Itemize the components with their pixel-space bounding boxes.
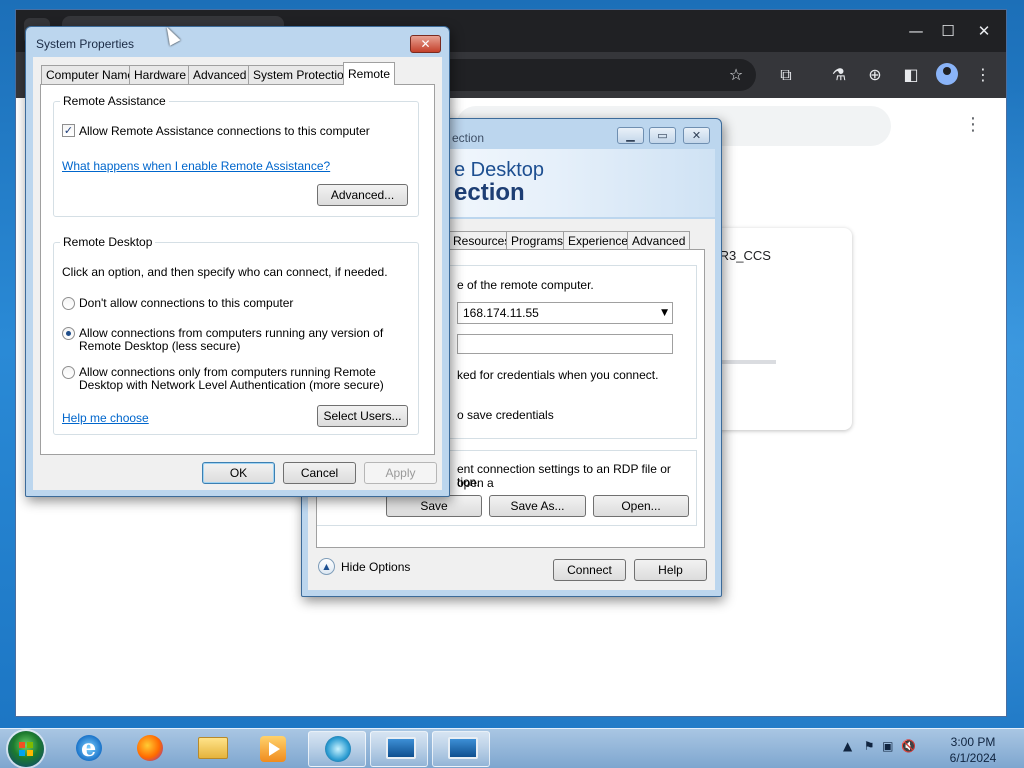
help-me-choose-link[interactable]: Help me choose <box>62 411 149 425</box>
close-icon[interactable]: ✕ <box>410 35 441 53</box>
open-button[interactable]: Open... <box>593 495 689 517</box>
allow-remote-assistance-checkbox[interactable]: ✓ <box>62 124 75 137</box>
taskbar-system-window-2[interactable] <box>432 731 490 767</box>
taskbar-firefox[interactable] <box>121 731 179 767</box>
allow-any-version-label-2[interactable]: Remote Desktop (less secure) <box>79 340 240 353</box>
menu-kebab-icon[interactable]: ⋮ <box>972 64 994 86</box>
computer-label: e of the remote computer. <box>457 278 594 292</box>
show-hidden-icons-icon[interactable]: ▲ <box>843 739 852 753</box>
taskbar-clock[interactable]: 3:00 PM 6/1/2024 <box>942 734 1004 766</box>
taskbar: ▲ ⚑ ▣ 🔇 3:00 PM 6/1/2024 <box>0 728 1024 768</box>
taskbar-system-window-1[interactable] <box>370 731 428 767</box>
card-label: IR3_CCS <box>716 248 771 263</box>
save-as-button[interactable]: Save As... <box>489 495 586 517</box>
save-credentials-label[interactable]: o save credentials <box>457 408 554 422</box>
start-button[interactable] <box>8 731 44 767</box>
remote-assistance-group: Remote Assistance ✓ Allow Remote Assista… <box>53 94 419 217</box>
side-panel-icon[interactable]: ◧ <box>900 64 922 86</box>
chevron-up-icon[interactable]: ▲ <box>318 558 335 575</box>
dont-allow-radio[interactable] <box>62 297 75 310</box>
taskbar-media-player[interactable] <box>244 731 302 767</box>
connection-settings-text-1: ent connection settings to an RDP file o… <box>457 462 671 490</box>
rdc-minimize-icon[interactable]: ▁ <box>617 127 644 144</box>
allow-nla-only-label-2[interactable]: Desktop with Network Level Authenticatio… <box>79 379 384 392</box>
username-input[interactable] <box>457 334 673 354</box>
remote-desktop-icon <box>325 736 351 762</box>
taskbar-internet-explorer[interactable] <box>60 731 118 767</box>
remote-tab-panel: Remote Assistance ✓ Allow Remote Assista… <box>40 84 435 455</box>
credentials-note: ked for credentials when you connect. <box>457 368 659 382</box>
tab-experience[interactable]: Experience <box>563 231 634 250</box>
download-icon[interactable]: ⊕ <box>864 64 886 86</box>
chevron-down-icon[interactable]: ▼ <box>661 303 668 323</box>
remote-desktop-heading: Remote Desktop <box>60 235 156 249</box>
tab-computer-name[interactable]: Computer Name <box>41 65 140 84</box>
system-properties-icon <box>448 737 478 759</box>
action-center-flag-icon[interactable]: ⚑ <box>864 739 875 753</box>
remote-assistance-heading: Remote Assistance <box>60 94 169 108</box>
rdc-close-icon[interactable]: ✕ <box>683 127 710 144</box>
select-users-button[interactable]: Select Users... <box>317 405 408 427</box>
allow-remote-assistance-label[interactable]: Allow Remote Assistance connections to t… <box>79 125 370 138</box>
connect-button[interactable]: Connect <box>553 559 626 581</box>
help-button[interactable]: Help <box>634 559 707 581</box>
tab-system-protection[interactable]: System Protection <box>248 65 356 84</box>
computer-combobox[interactable]: 168.174.11.55 ▼ <box>457 302 673 324</box>
connection-settings-text-2: tion. <box>457 475 480 489</box>
system-tray: ▲ ⚑ ▣ 🔇 <box>843 739 916 753</box>
system-properties-window: System Properties ✕ Computer Name Hardwa… <box>25 26 450 497</box>
allow-nla-only-radio[interactable] <box>62 366 75 379</box>
clock-date: 6/1/2024 <box>949 751 997 765</box>
remote-assistance-help-link[interactable]: What happens when I enable Remote Assist… <box>62 159 330 173</box>
content-card[interactable]: IR3_CCS <box>706 228 852 430</box>
rdc-banner-subtitle: ection <box>454 179 525 206</box>
remote-desktop-instruction: Click an option, and then specify who ca… <box>62 265 388 279</box>
remote-desktop-group: Remote Desktop Click an option, and then… <box>53 235 419 435</box>
taskbar-remote-desktop[interactable] <box>308 731 366 767</box>
card-progress-bar <box>716 360 776 364</box>
tab-programs[interactable]: Programs <box>506 231 569 250</box>
volume-muted-icon[interactable]: 🔇 <box>901 739 916 753</box>
allow-any-version-radio[interactable] <box>62 327 75 340</box>
network-icon[interactable]: ▣ <box>882 739 893 753</box>
maximize-icon[interactable]: ☐ <box>928 18 968 44</box>
ok-button[interactable]: OK <box>202 462 275 484</box>
labs-flask-icon[interactable]: ⚗ <box>828 64 850 86</box>
rdc-window-title: ection <box>452 131 485 145</box>
folder-icon <box>198 737 228 759</box>
close-icon[interactable]: ✕ <box>964 18 1004 44</box>
extensions-icon[interactable]: ⧉ <box>775 64 797 86</box>
dont-allow-label[interactable]: Don't allow connections to this computer <box>79 297 293 310</box>
profile-avatar-icon[interactable] <box>936 63 958 85</box>
tab-advanced[interactable]: Advanced <box>627 231 691 250</box>
tab-hardware[interactable]: Hardware <box>129 65 192 84</box>
page-menu-icon[interactable]: ⋮ <box>964 116 982 134</box>
firefox-icon <box>137 735 163 761</box>
clock-time: 3:00 PM <box>950 735 996 749</box>
media-player-icon <box>260 736 286 762</box>
bookmark-star-icon[interactable]: ☆ <box>725 64 747 86</box>
cancel-button[interactable]: Cancel <box>283 462 356 484</box>
apply-button[interactable]: Apply <box>364 462 437 484</box>
rdc-maximize-icon[interactable]: ▭ <box>649 127 676 144</box>
advanced-button[interactable]: Advanced... <box>317 184 408 206</box>
hide-options-link[interactable]: Hide Options <box>341 560 410 574</box>
tab-advanced[interactable]: Advanced <box>188 65 252 84</box>
computer-value: 168.174.11.55 <box>463 306 539 320</box>
internet-explorer-icon <box>76 733 102 762</box>
tab-remote[interactable]: Remote <box>343 62 396 85</box>
window-title: System Properties <box>36 37 135 51</box>
save-button[interactable]: Save <box>386 495 482 517</box>
taskbar-file-explorer[interactable] <box>183 731 241 767</box>
dialog-body: Computer Name Hardware Advanced System P… <box>33 57 442 490</box>
monitor-icon <box>386 737 416 759</box>
